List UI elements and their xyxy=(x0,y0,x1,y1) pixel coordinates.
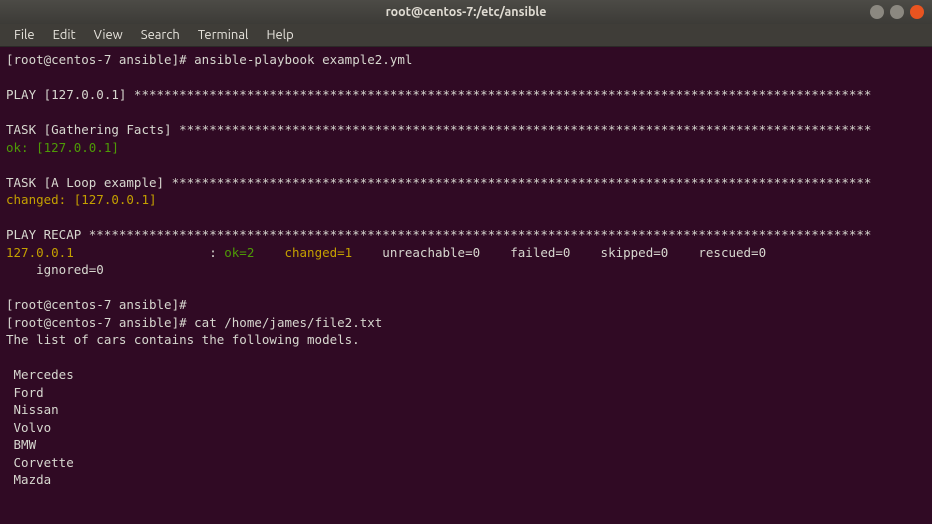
cmd-cat: cat /home/james/file2.txt xyxy=(194,315,382,330)
play-header: PLAY [127.0.0.1] ***********************… xyxy=(6,87,871,102)
car-item: BMW xyxy=(6,437,36,452)
task-facts-status: ok: [127.0.0.1] xyxy=(6,140,119,155)
car-item: Volvo xyxy=(6,420,51,435)
menu-terminal[interactable]: Terminal xyxy=(190,26,257,44)
window-buttons xyxy=(870,5,924,19)
menu-help[interactable]: Help xyxy=(258,26,301,44)
close-button[interactable] xyxy=(910,5,924,19)
task-facts-header: TASK [Gathering Facts] *****************… xyxy=(6,122,871,137)
minimize-button[interactable] xyxy=(870,5,884,19)
recap-ignored: ignored=0 xyxy=(6,262,104,277)
task-loop-header: TASK [A Loop example] ******************… xyxy=(6,175,871,190)
menu-edit[interactable]: Edit xyxy=(45,26,84,44)
car-item: Nissan xyxy=(6,402,59,417)
menu-search[interactable]: Search xyxy=(133,26,188,44)
recap-host: 127.0.0.1 xyxy=(6,245,74,260)
cmd-ansible: ansible-playbook example2.yml xyxy=(194,52,412,67)
menu-bar: File Edit View Search Terminal Help xyxy=(0,24,932,47)
window-title: root@centos-7:/etc/ansible xyxy=(8,5,924,19)
car-item: Mazda xyxy=(6,472,51,487)
maximize-button[interactable] xyxy=(890,5,904,19)
recap-sep: : xyxy=(74,245,225,260)
recap-header: PLAY RECAP *****************************… xyxy=(6,227,871,242)
recap-tail: unreachable=0 failed=0 skipped=0 rescued… xyxy=(352,245,766,260)
prompt: [root@centos-7 ansible]# xyxy=(6,297,194,312)
window-titlebar: root@centos-7:/etc/ansible xyxy=(0,0,932,24)
prompt: [root@centos-7 ansible]# xyxy=(6,52,194,67)
car-item: Ford xyxy=(6,385,44,400)
terminal-body[interactable]: [root@centos-7 ansible]# ansible-playboo… xyxy=(0,47,932,524)
task-loop-status: changed: [127.0.0.1] xyxy=(6,192,157,207)
recap-sp1 xyxy=(254,245,284,260)
menu-file[interactable]: File xyxy=(6,26,43,44)
prompt: [root@centos-7 ansible]# xyxy=(6,315,194,330)
recap-ok: ok=2 xyxy=(224,245,254,260)
menu-view[interactable]: View xyxy=(86,26,131,44)
cat-header: The list of cars contains the following … xyxy=(6,332,360,347)
recap-changed: changed=1 xyxy=(284,245,352,260)
car-item: Mercedes xyxy=(6,367,74,382)
car-item: Corvette xyxy=(6,455,74,470)
